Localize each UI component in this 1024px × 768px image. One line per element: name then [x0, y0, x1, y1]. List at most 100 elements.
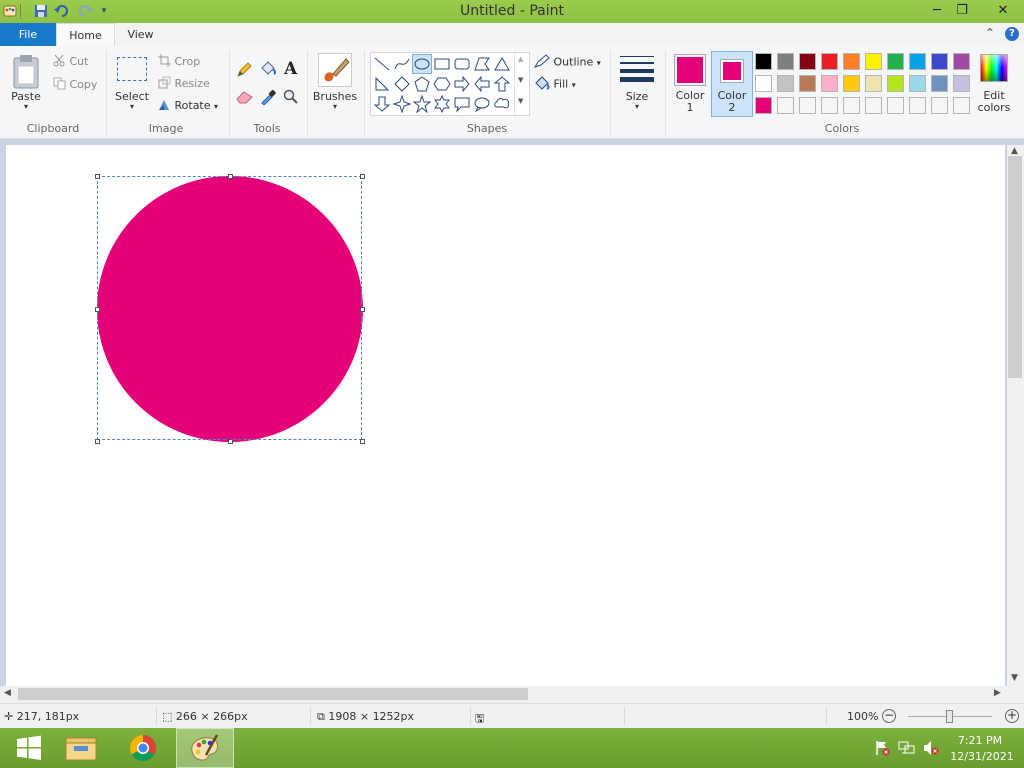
diamond-shape-icon[interactable] — [393, 75, 411, 93]
shapes-scroll-up-icon[interactable]: ▲ — [518, 55, 523, 63]
down-arrow-shape-icon[interactable] — [373, 95, 391, 113]
start-button[interactable] — [0, 728, 58, 768]
select-icon[interactable] — [117, 57, 147, 81]
palette-swatch[interactable] — [865, 75, 882, 92]
magnifier-icon[interactable] — [283, 89, 299, 108]
vertical-scroll-thumb[interactable] — [1008, 156, 1022, 378]
pentagon-shape-icon[interactable] — [413, 75, 431, 93]
clock-date[interactable]: 12/31/2021 — [948, 750, 1016, 763]
brushes-dropdown-icon[interactable]: ▾ — [312, 102, 358, 111]
selection-box[interactable] — [97, 176, 362, 440]
paint-taskbar-button[interactable] — [176, 728, 234, 768]
palette-swatch[interactable] — [887, 53, 904, 70]
scroll-right-icon[interactable]: ▶ — [994, 688, 1001, 698]
size-dropdown-icon[interactable]: ▾ — [617, 102, 657, 111]
palette-swatch[interactable] — [931, 75, 948, 92]
edit-colors-button[interactable]: Edit colors — [972, 90, 1016, 114]
fill-button[interactable]: Fill ▾ — [534, 76, 576, 93]
horizontal-scroll-thumb[interactable] — [18, 688, 528, 700]
palette-swatch[interactable] — [799, 97, 816, 114]
edit-colors-icon[interactable] — [980, 54, 1008, 82]
rounded-rectangle-shape-icon[interactable] — [453, 55, 471, 73]
curve-shape-icon[interactable] — [393, 55, 411, 73]
color-picker-icon[interactable] — [260, 89, 276, 108]
triangle-shape-icon[interactable] — [493, 55, 511, 73]
palette-swatch[interactable] — [953, 75, 970, 92]
restore-button[interactable]: ❐ — [947, 0, 977, 21]
rotate-button[interactable]: Rotate ▾ — [158, 98, 218, 114]
scroll-up-icon[interactable]: ▲ — [1011, 146, 1018, 156]
palette-swatch[interactable] — [953, 53, 970, 70]
rounded-callout-shape-icon[interactable] — [453, 95, 471, 113]
palette-swatch[interactable] — [843, 97, 860, 114]
cloud-callout-shape-icon[interactable] — [493, 95, 511, 113]
size-lines-icon[interactable] — [620, 55, 654, 83]
palette-swatch[interactable] — [865, 97, 882, 114]
resize-handle[interactable] — [228, 439, 233, 444]
palette-swatch[interactable] — [909, 75, 926, 92]
resize-handle[interactable] — [360, 439, 365, 444]
tab-file[interactable]: File — [0, 23, 56, 46]
rectangle-shape-icon[interactable] — [433, 55, 451, 73]
resize-handle[interactable] — [360, 174, 365, 179]
text-tool-icon[interactable]: A — [284, 59, 297, 79]
line-shape-icon[interactable] — [373, 55, 391, 73]
shapes-scroll-down-icon[interactable]: ▼ — [518, 76, 523, 84]
palette-swatch[interactable] — [821, 97, 838, 114]
palette-swatch[interactable] — [799, 75, 816, 92]
chrome-button[interactable] — [114, 728, 172, 768]
paste-icon[interactable] — [10, 54, 42, 90]
up-arrow-shape-icon[interactable] — [493, 75, 511, 93]
palette-swatch[interactable] — [865, 53, 882, 70]
tab-home[interactable]: Home — [56, 23, 115, 47]
right-triangle-shape-icon[interactable] — [373, 75, 391, 93]
action-center-icon[interactable] — [874, 740, 890, 759]
oval-callout-shape-icon[interactable] — [473, 95, 491, 113]
polygon-shape-icon[interactable] — [473, 55, 491, 73]
palette-swatch[interactable] — [755, 53, 772, 70]
resize-handle[interactable] — [360, 307, 365, 312]
four-point-star-shape-icon[interactable] — [392, 94, 412, 114]
volume-muted-icon[interactable] — [922, 740, 940, 759]
eraser-icon[interactable] — [236, 90, 254, 107]
zoom-out-icon[interactable]: − — [882, 709, 896, 723]
color1-button[interactable] — [674, 54, 706, 86]
paste-dropdown-icon[interactable]: ▾ — [6, 102, 46, 111]
palette-swatch[interactable] — [909, 53, 926, 70]
outline-button[interactable]: Outline ▾ — [533, 54, 601, 71]
palette-swatch[interactable] — [755, 75, 772, 92]
palette-swatch[interactable] — [909, 97, 926, 114]
resize-handle[interactable] — [95, 307, 100, 312]
resize-button[interactable]: Resize — [158, 76, 210, 92]
select-dropdown-icon[interactable]: ▾ — [112, 102, 152, 111]
tab-view[interactable]: View — [113, 23, 168, 46]
shapes-expand-icon[interactable]: ▼ — [518, 97, 523, 105]
fill-bucket-icon[interactable] — [259, 61, 277, 80]
copy-button[interactable]: Copy — [53, 77, 97, 93]
hexagon-shape-icon[interactable] — [433, 75, 451, 93]
resize-handle[interactable] — [95, 174, 100, 179]
palette-swatch[interactable] — [777, 97, 794, 114]
palette-swatch[interactable] — [931, 97, 948, 114]
pencil-icon[interactable] — [236, 62, 252, 81]
palette-swatch[interactable] — [887, 75, 904, 92]
palette-swatch[interactable] — [799, 53, 816, 70]
scroll-left-icon[interactable]: ◀ — [4, 688, 11, 698]
palette-swatch[interactable] — [777, 75, 794, 92]
left-arrow-shape-icon[interactable] — [473, 75, 491, 93]
clock-time[interactable]: 7:21 PM — [948, 734, 1012, 747]
right-arrow-shape-icon[interactable] — [453, 75, 471, 93]
palette-swatch[interactable] — [931, 53, 948, 70]
oval-shape-icon[interactable] — [412, 54, 432, 74]
zoom-slider-thumb[interactable] — [946, 710, 953, 723]
palette-swatch[interactable] — [887, 97, 904, 114]
resize-handle[interactable] — [228, 174, 233, 179]
file-explorer-button[interactable] — [52, 728, 110, 768]
close-button[interactable]: ✕ — [985, 0, 1021, 21]
scroll-down-icon[interactable]: ▼ — [1011, 673, 1018, 683]
palette-swatch[interactable] — [843, 53, 860, 70]
color2-button[interactable]: Color 2 — [711, 51, 753, 117]
palette-swatch[interactable] — [755, 97, 772, 114]
palette-swatch[interactable] — [777, 53, 794, 70]
five-point-star-shape-icon[interactable] — [412, 94, 432, 114]
